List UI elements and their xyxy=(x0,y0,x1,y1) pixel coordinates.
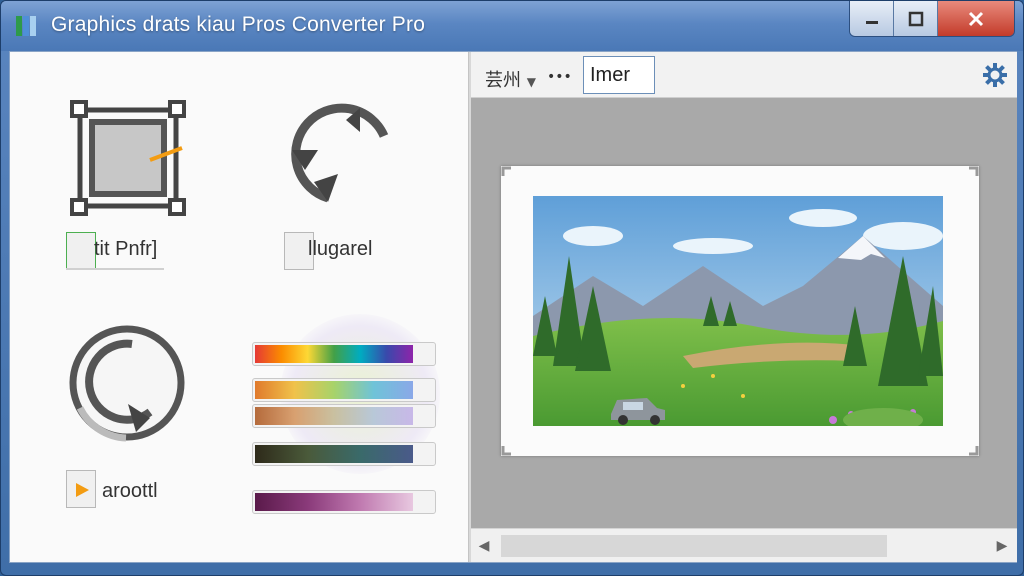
rotate-icon[interactable] xyxy=(288,98,402,212)
landscape-image xyxy=(533,196,943,426)
tint-slider[interactable] xyxy=(252,490,436,514)
rotate-label: llugarel xyxy=(308,238,373,260)
menu-dropdown[interactable]: 芸州 ▼ xyxy=(485,66,536,92)
scroll-left-icon[interactable]: ◀ xyxy=(477,537,491,555)
close-icon xyxy=(968,11,984,26)
title-bar[interactable]: Graphics drats kiau Pros Converter Pro xyxy=(1,1,1023,51)
gear-icon[interactable] xyxy=(981,61,1009,89)
color-sliders xyxy=(252,320,442,520)
crop-checkbox[interactable] xyxy=(66,232,96,270)
redo-icon[interactable] xyxy=(66,322,188,444)
crop-label: tit Pnfr] xyxy=(94,238,158,260)
app-window: Graphics drats kiau Pros Converter Pro t… xyxy=(0,0,1024,576)
close-button[interactable] xyxy=(938,1,1014,36)
name-input[interactable]: Imer xyxy=(583,56,655,94)
tools-panel: tit Pnfr] llugarel aroottl xyxy=(10,52,468,562)
client-area: tit Pnfr] llugarel aroottl 芸州 ▼ ••• Imer… xyxy=(9,51,1017,563)
preview-canvas[interactable] xyxy=(471,98,1017,528)
minimize-icon xyxy=(865,20,878,24)
maximize-button[interactable] xyxy=(894,1,938,36)
more-button[interactable]: ••• xyxy=(547,69,572,85)
crop-icon[interactable] xyxy=(70,100,186,216)
minimize-button[interactable] xyxy=(850,1,894,36)
preview-toolbar: 芸州 ▼ ••• Imer xyxy=(471,52,1017,98)
warmth-slider[interactable] xyxy=(252,404,436,428)
window-title: Graphics drats kiau Pros Converter Pro xyxy=(51,13,426,36)
tone-slider[interactable] xyxy=(252,442,436,466)
saturation-slider[interactable] xyxy=(252,378,436,402)
window-controls xyxy=(849,1,1015,37)
photo-frame xyxy=(501,166,979,456)
horizontal-scrollbar[interactable]: ◀ ▶ xyxy=(471,528,1017,562)
app-icon xyxy=(16,16,36,36)
hue-slider[interactable] xyxy=(252,342,436,366)
play-icon xyxy=(76,483,89,497)
maximize-icon xyxy=(908,11,923,26)
scroll-right-icon[interactable]: ▶ xyxy=(995,537,1009,555)
crop-underline xyxy=(66,268,164,270)
chevron-down-icon: ▼ xyxy=(526,75,536,89)
preview-panel: 芸州 ▼ ••• Imer ◀ ▶ xyxy=(471,52,1017,562)
redo-label: aroottl xyxy=(102,480,158,502)
menu-dropdown-label: 芸州 xyxy=(485,70,521,91)
scroll-thumb[interactable] xyxy=(501,535,887,557)
redo-play-button[interactable] xyxy=(66,470,96,508)
